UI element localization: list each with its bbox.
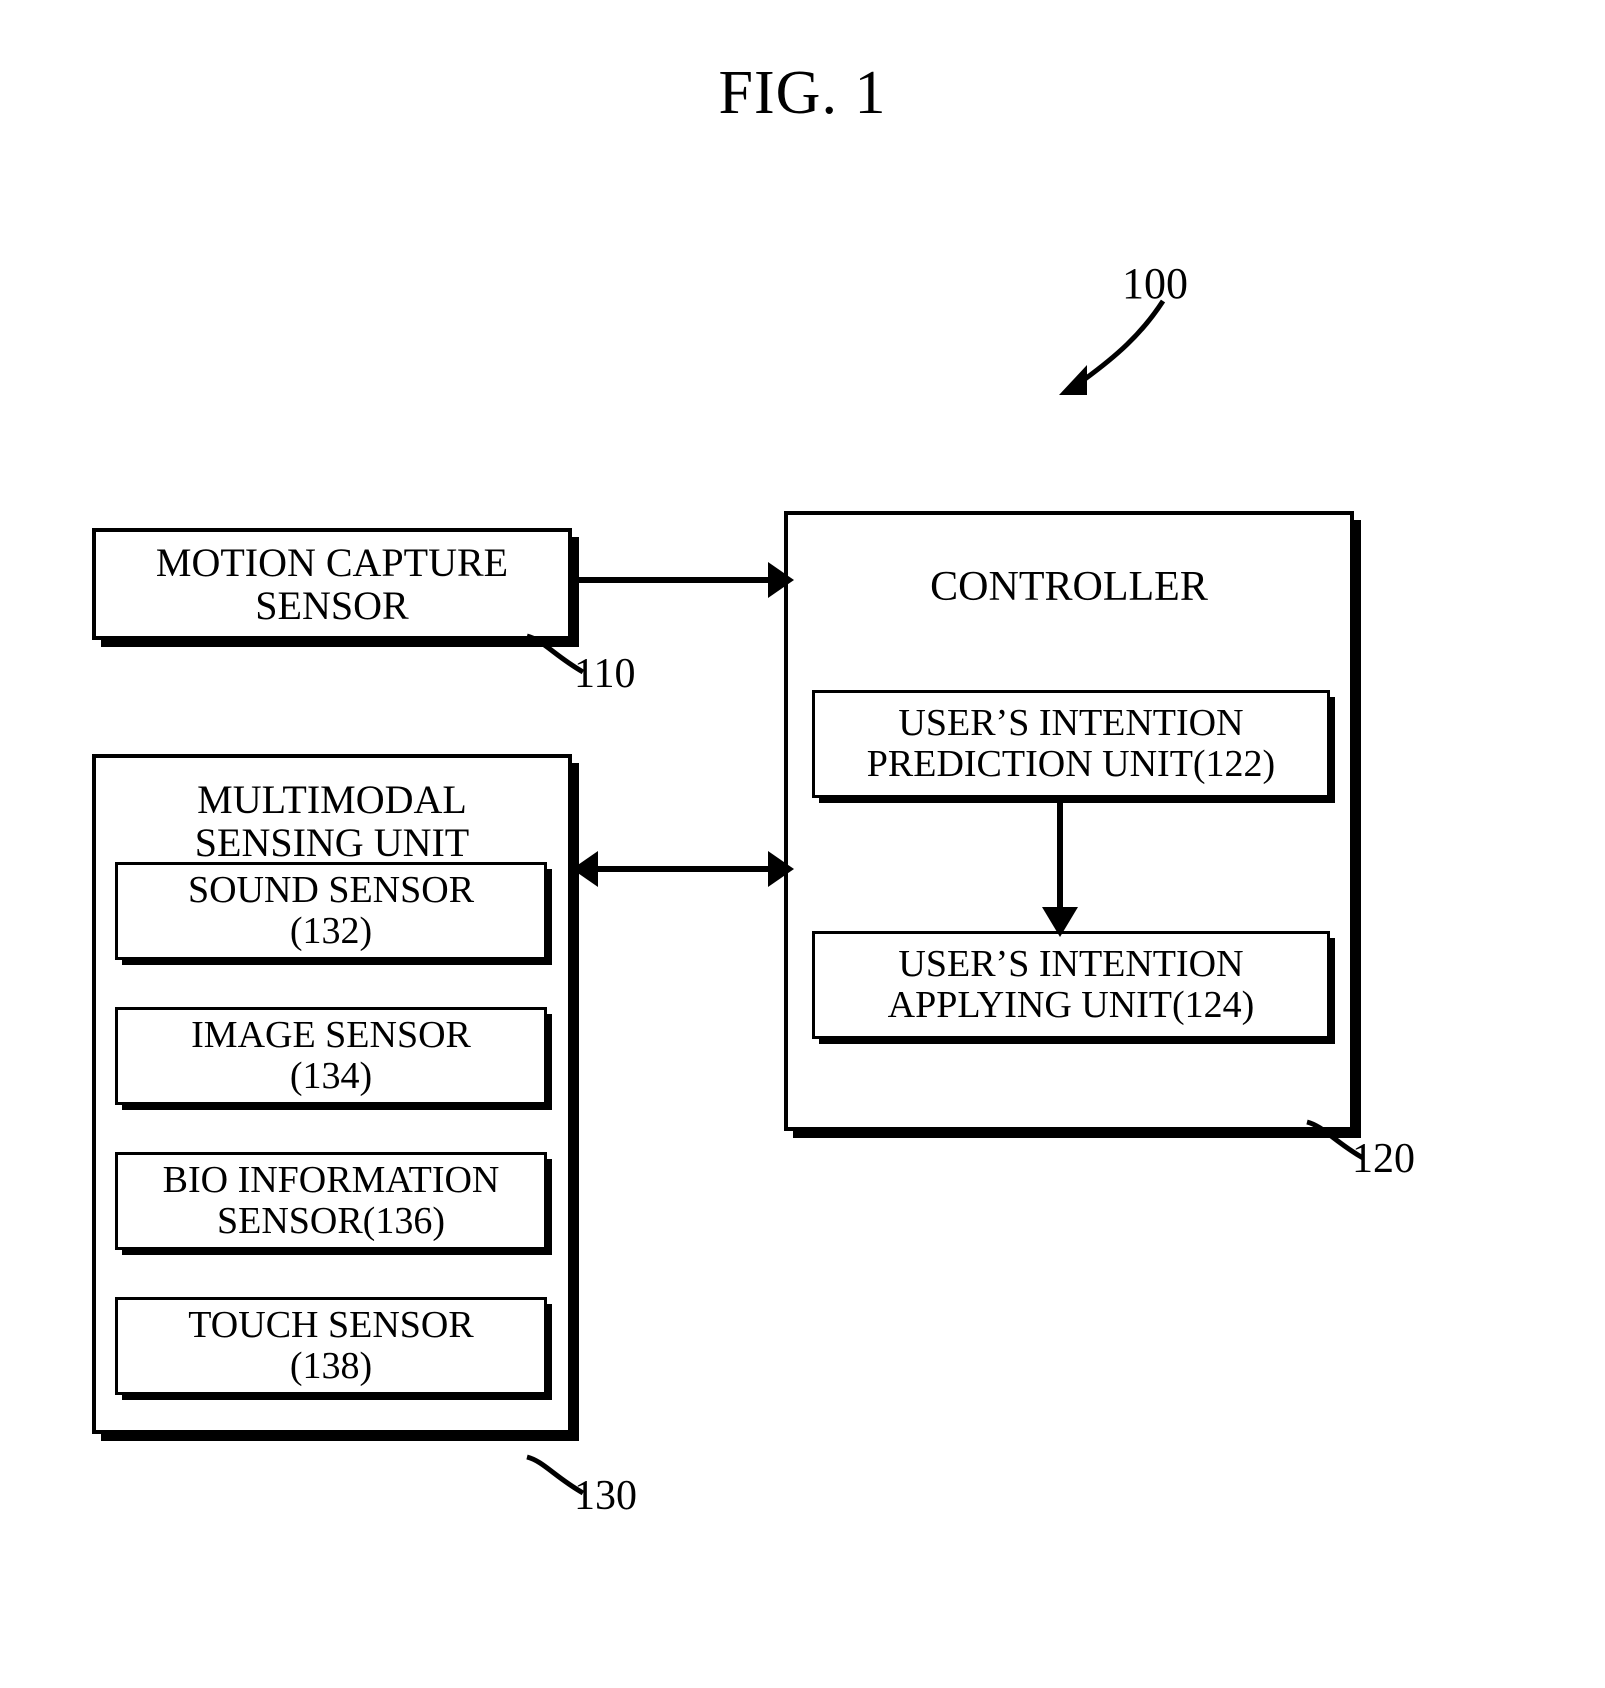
sound-sensor-label: SOUND SENSOR (132) — [187, 868, 475, 952]
arrow-motion-capture-to-controller — [572, 562, 794, 598]
figure-title: FIG. 1 — [718, 59, 887, 127]
motion-capture-sensor-block: MOTION CAPTURE SENSOR — [92, 528, 572, 640]
prediction-unit-label: USER’S INTENTION PREDICTION UNIT(122) — [866, 701, 1276, 785]
touch-sensor-line1: TOUCH SENSOR — [188, 1303, 474, 1346]
motion-capture-sensor-line1: MOTION CAPTURE — [155, 539, 509, 585]
users-intention-prediction-unit-block: USER’S INTENTION PREDICTION UNIT(122) — [812, 690, 1330, 798]
bio-sensor-line2: SENSOR(136) — [216, 1200, 445, 1242]
prediction-unit-line2: PREDICTION UNIT(122) — [866, 743, 1276, 785]
image-sensor-label: IMAGE SENSOR (134) — [191, 1013, 471, 1097]
reference-label-120: 120 — [1352, 1136, 1415, 1182]
reference-label-130: 130 — [574, 1473, 637, 1519]
prediction-unit-line1: USER’S INTENTION — [898, 701, 1244, 744]
arrow-multimodal-to-controller-bidirectional — [572, 851, 794, 887]
applying-unit-line2: APPLYING UNIT(124) — [887, 984, 1255, 1026]
bio-sensor-label: BIO INFORMATION SENSOR(136) — [162, 1158, 500, 1242]
touch-sensor-label: TOUCH SENSOR (138) — [188, 1303, 474, 1387]
touch-sensor-line2: (138) — [289, 1345, 373, 1387]
applying-unit-label: USER’S INTENTION APPLYING UNIT(124) — [887, 942, 1255, 1026]
multimodal-line2: SENSING UNIT — [194, 820, 470, 866]
image-sensor-line1: IMAGE SENSOR — [191, 1013, 471, 1056]
touch-sensor-block: TOUCH SENSOR (138) — [115, 1297, 547, 1395]
sound-sensor-line1: SOUND SENSOR — [187, 868, 475, 911]
controller-label: CONTROLLER — [930, 564, 1208, 610]
reference-label-110: 110 — [574, 651, 636, 697]
applying-unit-line1: USER’S INTENTION — [898, 942, 1244, 985]
reference-100-leader-line — [1059, 299, 1166, 395]
motion-capture-sensor-line2: SENSOR — [255, 583, 409, 628]
sound-sensor-block: SOUND SENSOR (132) — [115, 862, 547, 960]
motion-capture-sensor-label: MOTION CAPTURE SENSOR — [156, 541, 508, 627]
sound-sensor-line2: (132) — [289, 910, 373, 952]
arrow-prediction-unit-to-applying-unit — [1042, 795, 1078, 937]
bio-information-sensor-block: BIO INFORMATION SENSOR(136) — [115, 1152, 547, 1250]
bio-sensor-line1: BIO INFORMATION — [162, 1158, 500, 1201]
multimodal-line1: MULTIMODAL — [197, 777, 467, 822]
users-intention-applying-unit-block: USER’S INTENTION APPLYING UNIT(124) — [812, 931, 1330, 1039]
image-sensor-block: IMAGE SENSOR (134) — [115, 1007, 547, 1105]
multimodal-sensing-unit-label: MULTIMODAL SENSING UNIT — [195, 778, 469, 864]
image-sensor-line2: (134) — [289, 1055, 373, 1097]
